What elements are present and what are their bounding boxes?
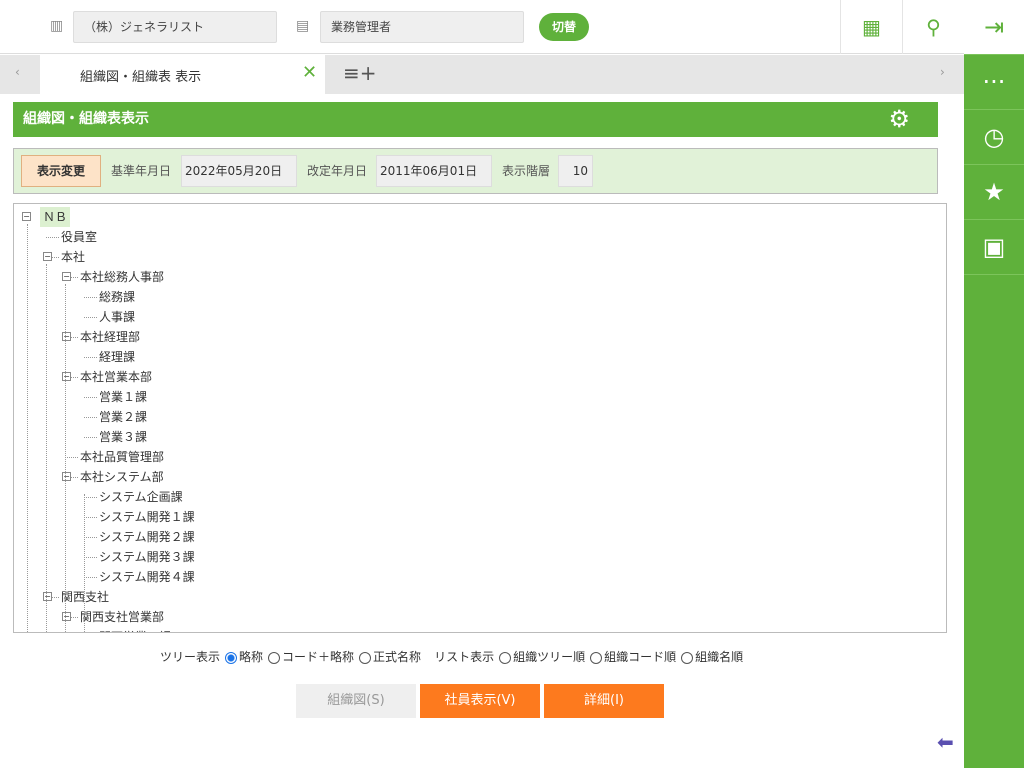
- history-icon[interactable]: ◷: [964, 110, 1024, 165]
- tree-node[interactable]: 本社経理部: [80, 327, 140, 347]
- collapse-toggle-icon[interactable]: −: [62, 612, 71, 621]
- add-tab-icon[interactable]: ≡+: [343, 61, 377, 85]
- tree-connector: [84, 557, 97, 558]
- header: ▥ （株）ジェネラリスト ▤ 業務管理者 切替 ▦ ⚲: [0, 0, 964, 54]
- search-icon[interactable]: ⚲: [902, 0, 964, 54]
- tree-node[interactable]: 本社営業本部: [80, 367, 152, 387]
- tree-line: [46, 264, 47, 632]
- tree-connector: [84, 317, 97, 318]
- tree-node[interactable]: 総務課: [99, 287, 135, 307]
- collapse-toggle-icon[interactable]: −: [62, 372, 71, 381]
- star-icon[interactable]: ★: [964, 165, 1024, 220]
- tree-node[interactable]: 関西支社: [61, 587, 109, 607]
- tree-node[interactable]: 本社: [61, 247, 85, 267]
- tree-node[interactable]: 経理課: [99, 347, 135, 367]
- clipboard-icon: ▤: [296, 18, 310, 34]
- radio-list-1[interactable]: 組織コード順: [590, 648, 676, 665]
- tree-node[interactable]: 営業２課: [99, 407, 147, 427]
- collapse-toggle-icon[interactable]: −: [62, 332, 71, 341]
- role-field[interactable]: 業務管理者: [320, 11, 524, 43]
- tree-node[interactable]: 関西営業１課: [99, 627, 171, 632]
- radio-list-0[interactable]: 組織ツリー順: [499, 648, 585, 665]
- page-title-text: 組織図・組織表表示: [23, 111, 149, 127]
- tree-line: [65, 284, 66, 632]
- tree-connector: [84, 397, 97, 398]
- collapse-toggle-icon[interactable]: −: [43, 252, 52, 261]
- tab-org-chart[interactable]: 組織図・組織表 表示 ✕: [40, 55, 325, 94]
- collapse-arrow-icon[interactable]: ⬅: [937, 730, 954, 754]
- apps-grid-icon[interactable]: ▦: [840, 0, 902, 54]
- collapse-toggle-icon[interactable]: −: [22, 212, 31, 221]
- tree-node[interactable]: 営業３課: [99, 427, 147, 447]
- tree-node[interactable]: 営業１課: [99, 387, 147, 407]
- tree-node[interactable]: システム開発１課: [99, 507, 195, 527]
- tree-connector: [84, 297, 97, 298]
- org-tree[interactable]: ＮＢ − 役員室 本社 − 本社総務人事部 − 総務課 人事課 本社経理部 − 経理課 本社営業本部 − 営…: [13, 203, 947, 633]
- tree-connector: [46, 237, 59, 238]
- condition-panel: 表示変更 基準年月日 2022年05月20日 改定年月日 2011年06月01日…: [13, 148, 938, 194]
- detail-button[interactable]: 詳細(I): [544, 684, 664, 718]
- tree-display-label: ツリー表示: [160, 650, 221, 664]
- right-sidebar: ⇥ ··· ◷ ★ ▣: [964, 0, 1024, 768]
- tree-node[interactable]: システム開発２課: [99, 527, 195, 547]
- tree-node[interactable]: 関西支社営業部: [80, 607, 164, 627]
- tree-connector: [65, 457, 78, 458]
- change-display-button[interactable]: 表示変更: [21, 155, 101, 187]
- page-title: 組織図・組織表表示 ⚙: [13, 102, 938, 137]
- collapse-toggle-icon[interactable]: −: [43, 592, 52, 601]
- tab-next-icon[interactable]: ›: [940, 65, 945, 79]
- tab-bar: ‹ 組織図・組織表 表示 ✕ ≡+ ›: [0, 55, 964, 94]
- tree-node[interactable]: システム開発３課: [99, 547, 195, 567]
- logout-icon[interactable]: ⇥: [964, 0, 1024, 55]
- revised-date-label: 改定年月日: [307, 164, 368, 178]
- tree-node[interactable]: 人事課: [99, 307, 135, 327]
- depth-field[interactable]: 10: [558, 155, 593, 187]
- company-field[interactable]: （株）ジェネラリスト: [73, 11, 277, 43]
- tree-line: [84, 494, 85, 632]
- tab-label: 組織図・組織表 表示: [80, 70, 202, 85]
- tree-node[interactable]: 本社総務人事部: [80, 267, 164, 287]
- tree-line: [27, 224, 28, 632]
- list-display-label: リスト表示: [434, 650, 495, 664]
- tree-connector: [84, 537, 97, 538]
- inbox-icon[interactable]: ▣: [964, 220, 1024, 275]
- tree-connector: [84, 497, 97, 498]
- base-date-field[interactable]: 2022年05月20日: [181, 155, 297, 187]
- tree-node[interactable]: ＮＢ: [40, 207, 71, 227]
- tree-node[interactable]: システム開発４課: [99, 567, 195, 587]
- tree-connector: [84, 417, 97, 418]
- radio-tree-1[interactable]: コード＋略称: [268, 648, 354, 665]
- depth-label: 表示階層: [502, 164, 551, 178]
- tree-node[interactable]: 本社システム部: [80, 467, 164, 487]
- tree-node[interactable]: 役員室: [61, 227, 97, 247]
- switch-button[interactable]: 切替: [539, 13, 589, 41]
- tree-node[interactable]: 本社品質管理部: [80, 447, 164, 467]
- radio-tree-0[interactable]: 略称: [225, 648, 263, 665]
- collapse-toggle-icon[interactable]: −: [62, 472, 71, 481]
- more-icon[interactable]: ···: [964, 55, 1024, 110]
- revised-date-field[interactable]: 2011年06月01日: [376, 155, 492, 187]
- tab-prev-icon[interactable]: ‹: [15, 65, 20, 79]
- tree-connector: [84, 517, 97, 518]
- tree-connector: [84, 437, 97, 438]
- collapse-toggle-icon[interactable]: −: [62, 272, 71, 281]
- close-icon[interactable]: ✕: [302, 62, 317, 83]
- org-chart-button[interactable]: 組織図(S): [296, 684, 416, 718]
- employee-display-button[interactable]: 社員表示(V): [420, 684, 540, 718]
- tree-connector: [84, 357, 97, 358]
- base-date-label: 基準年月日: [111, 164, 172, 178]
- radio-tree-2[interactable]: 正式名称: [359, 648, 421, 665]
- display-options: ツリー表示 略称 コード＋略称 正式名称 リスト表示 組織ツリー順 組織コード順 組織名順: [160, 648, 743, 665]
- gear-icon[interactable]: ⚙: [888, 102, 910, 137]
- tree-connector: [84, 577, 97, 578]
- building-icon: ▥: [50, 18, 64, 34]
- radio-list-2[interactable]: 組織名順: [681, 648, 743, 665]
- tree-node[interactable]: システム企画課: [99, 487, 183, 507]
